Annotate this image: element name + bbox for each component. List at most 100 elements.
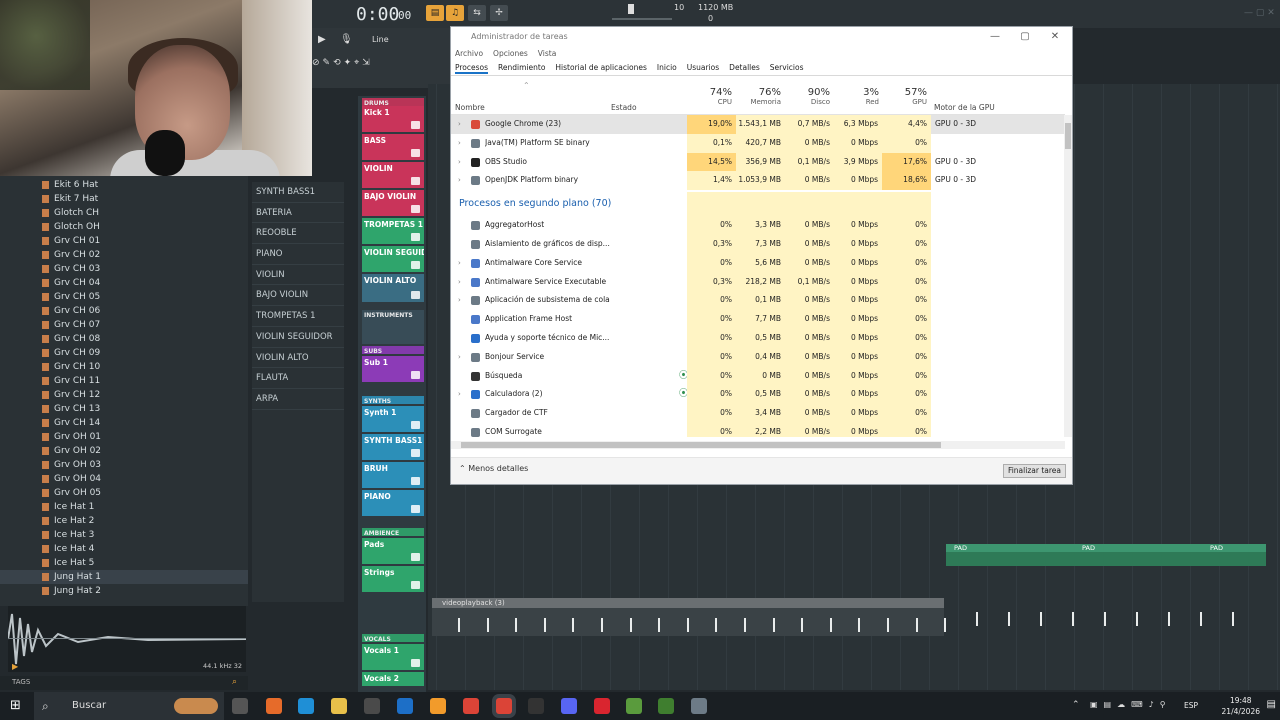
process-row[interactable]: Ayuda y soporte técnico de Mic... 0% 0,5 M… (451, 329, 1065, 348)
channel-slot[interactable]: Strings (362, 566, 424, 592)
sample-waveform-preview[interactable]: 44.1 kHz 32 ▶ (8, 606, 246, 672)
search-icon[interactable]: ⌕ (232, 677, 237, 687)
process-row[interactable]: AggregatorHost 0% 3,3 MB 0 MB/s 0 Mbps 0% (451, 216, 1065, 235)
channel-slot[interactable]: VOCALS (362, 634, 424, 642)
channel-slot[interactable]: Vocals 1 (362, 644, 424, 670)
taskbar-clock[interactable]: 19:48 21/4/2026 (1222, 695, 1260, 717)
tab-inicio[interactable]: Inicio (657, 63, 677, 72)
firefox-icon[interactable] (266, 698, 282, 714)
menu-item[interactable]: Vista (538, 49, 557, 58)
end-task-button[interactable]: Finalizar tarea (1002, 464, 1066, 478)
process-row[interactable]: › Google Chrome (23) 19,0% 1.543,1 MB 0,7 MB… (451, 115, 1065, 134)
background-processes-group[interactable]: Procesos en segundo plano (70) (451, 192, 1065, 217)
mic-icon[interactable]: 🎙 (340, 34, 353, 45)
step-icon[interactable]: ♫ (446, 5, 464, 21)
record-icon[interactable]: ▤ (426, 5, 444, 21)
header-name[interactable]: Nombre (455, 103, 485, 112)
volume-slider-knob[interactable] (628, 4, 634, 14)
process-row[interactable]: › OBS Studio 14,5% 356,9 MB 0,1 MB/s 3,9 Mbps… (451, 152, 1065, 172)
browser-item[interactable]: Grv CH 13 (0, 402, 248, 416)
mixer-track-name[interactable]: BAJO VIOLIN (252, 285, 344, 307)
channel-slot[interactable]: Pads (362, 538, 424, 564)
mixer-track-name[interactable]: REOOBLE (252, 223, 344, 245)
mail-icon[interactable] (397, 698, 413, 714)
browser-item[interactable]: Grv OH 01 (0, 430, 248, 444)
channel-slot[interactable]: VIOLIN ALTO (362, 274, 424, 302)
opera-icon[interactable] (594, 698, 610, 714)
mixer-track-name[interactable]: VIOLIN SEGUIDOR (252, 327, 344, 348)
obs-icon[interactable] (528, 698, 544, 714)
expand-chevron-icon[interactable]: › (458, 254, 461, 273)
browser-item[interactable]: Grv OH 02 (0, 444, 248, 458)
pad-clip[interactable]: PAD (1202, 544, 1266, 566)
minimize-icon[interactable]: — (980, 27, 1010, 47)
column-header-disco[interactable]: 90% Disco (785, 87, 830, 106)
task-view-icon[interactable] (232, 698, 248, 714)
channel-slot[interactable]: SUBS (362, 346, 424, 354)
browser-item[interactable]: Ice Hat 2 (0, 514, 248, 528)
process-row[interactable]: › Aplicación de subsistema de cola 0% 0,1 M… (451, 291, 1065, 311)
less-details-button[interactable]: ⌃ Menos detalles (459, 464, 528, 473)
process-row[interactable]: › Antimalware Core Service 0% 5,6 MB 0 MB/s 0… (451, 253, 1065, 273)
browser-item[interactable]: Grv CH 12 (0, 388, 248, 402)
expand-chevron-icon[interactable]: › (458, 153, 461, 172)
channel-slot[interactable]: AMBIENCE (362, 528, 424, 536)
menu-item[interactable]: Opciones (493, 49, 528, 58)
channel-slot[interactable]: Sub 1 (362, 356, 424, 382)
snap-selector[interactable]: Line (372, 35, 389, 44)
mixer-track-name[interactable]: VIOLIN (252, 265, 344, 286)
browser-item[interactable]: Grv CH 02 (0, 248, 248, 262)
maximize-icon[interactable]: ▢ (1010, 27, 1040, 47)
mixer-track-name[interactable]: SYNTH BASS1 (252, 182, 344, 203)
hscroll-thumb[interactable] (461, 442, 941, 448)
channel-slot[interactable]: Synth 1 (362, 406, 424, 432)
browser-item[interactable]: Grv CH 11 (0, 374, 248, 388)
browser-item[interactable]: Grv CH 06 (0, 304, 248, 318)
tab-rendimiento[interactable]: Rendimiento (498, 63, 545, 72)
loop-icon[interactable]: ⇆ (468, 5, 486, 21)
column-header-cpu[interactable]: 74% CPU (687, 87, 732, 106)
channel-slot[interactable]: SYNTHS (362, 396, 424, 404)
browser-item[interactable]: Grv OH 04 (0, 472, 248, 486)
browser-item[interactable]: Glotch OH (0, 220, 248, 234)
browser-item[interactable]: Grv CH 09 (0, 346, 248, 360)
fl-studio-icon[interactable] (430, 698, 446, 714)
column-header-memoria[interactable]: 76% Memoria (736, 87, 781, 106)
channel-slot[interactable]: VIOLIN SEGUIDOR (362, 246, 424, 272)
browser-item[interactable]: Grv CH 07 (0, 318, 248, 332)
browser-item[interactable]: Ice Hat 1 (0, 500, 248, 514)
process-row[interactable]: › Calculadora (2) ⦿ 0% 0,5 MB 0 MB/s 0 Mbps 0% (451, 385, 1065, 405)
mixer-track-name[interactable]: BATERIA (252, 203, 344, 224)
channel-slot[interactable]: BAJO VIOLIN (362, 190, 424, 216)
process-row[interactable]: › Java(TM) Platform SE binary 0,1% 420,7 MB… (451, 133, 1065, 153)
browser-item[interactable]: Ekit 7 Hat (0, 192, 248, 206)
metronome-icon[interactable]: ✢ (490, 5, 508, 21)
scroll-thumb[interactable] (1065, 123, 1071, 149)
expand-chevron-icon[interactable]: › (458, 385, 461, 404)
preview-play-icon[interactable]: ▶ (12, 662, 18, 671)
expand-chevron-icon[interactable]: › (458, 134, 461, 153)
channel-slot[interactable]: VIOLIN (362, 162, 424, 188)
pad-clip[interactable]: PAD (1074, 544, 1202, 566)
browser-item[interactable]: Grv CH 08 (0, 332, 248, 346)
browser-item[interactable]: Grv CH 10 (0, 360, 248, 374)
minecraft-launcher-icon[interactable] (658, 698, 674, 714)
mixer-track-name[interactable]: VIOLIN ALTO (252, 348, 344, 369)
pad-clip[interactable]: PAD (946, 544, 1074, 566)
mixer-track-name[interactable]: ARPA (252, 389, 344, 410)
audio-clip-header[interactable]: videoplayback (3) (432, 598, 944, 608)
browser-item[interactable]: Grv OH 05 (0, 486, 248, 500)
chrome-active-icon[interactable] (496, 698, 512, 714)
tool-icons[interactable]: ⊘✎⟲✦⌖⇲ (312, 58, 373, 68)
browser-item[interactable]: Glotch CH (0, 206, 248, 220)
process-row[interactable]: › Bonjour Service 0% 0,4 MB 0 MB/s 0 Mbps 0% (451, 347, 1065, 367)
channel-slot[interactable]: BRUH (362, 462, 424, 488)
expand-chevron-icon[interactable]: › (458, 348, 461, 367)
notifications-icon[interactable]: ▤ (1267, 699, 1276, 710)
language-indicator[interactable]: ESP (1184, 701, 1198, 710)
tray-chevron-icon[interactable]: ⌃ (1072, 700, 1080, 710)
chrome-icon[interactable] (463, 698, 479, 714)
browser-item[interactable]: Jung Hat 2 (0, 584, 248, 598)
expand-chevron-icon[interactable]: › (458, 171, 461, 190)
close-icon[interactable]: ✕ (1040, 27, 1070, 47)
